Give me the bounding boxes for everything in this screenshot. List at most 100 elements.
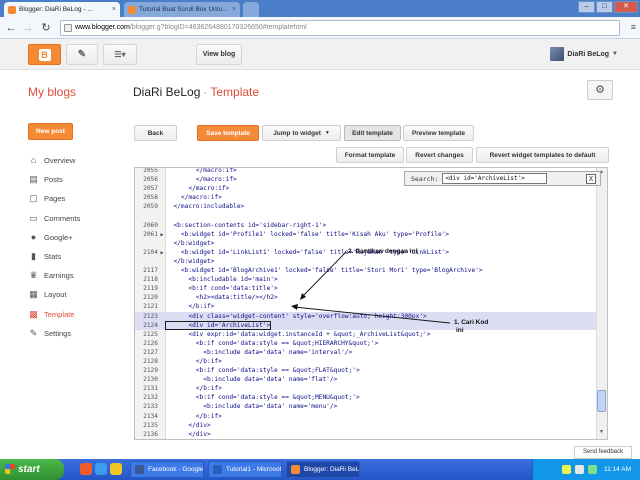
code-line[interactable]: 2129 <b:if cond='data:style == &quot;FLA… [135,366,597,375]
user-menu[interactable]: DiaRi BeLog ▼ [550,47,618,61]
code-line[interactable]: 2120 <h2><data:title/></h2> [135,293,597,302]
template-code-editor[interactable]: 2055 </macro:if> 2056 </macro:if> 2057 </m… [134,167,608,440]
code-line[interactable]: 2130 <b:include data='data' name='flat'/… [135,375,597,384]
scroll-thumb[interactable] [597,390,606,412]
blogger-home-button[interactable]: B [28,44,61,65]
my-blogs-link[interactable]: My blogs [28,85,76,99]
app-icon [213,465,222,474]
maximize-button[interactable]: □ [596,1,613,13]
close-window-button[interactable]: ✕ [614,1,638,13]
code-line[interactable]: 2117 <b:widget id='BlogArchive1' locked=… [135,266,597,275]
network-icon[interactable] [575,465,585,474]
wrench-menu-icon[interactable]: ≡ [631,22,636,32]
view-blog-button[interactable]: View blog [196,44,242,65]
code-line[interactable]: 2135 </div> [135,421,597,430]
start-label: start [18,464,40,475]
code-line[interactable]: 2059 </macro:includable> [135,202,597,211]
code-lines: 2055 </macro:if> 2056 </macro:if> 2057 </m… [135,167,597,440]
jump-to-widget-dropdown[interactable]: Jump to widget ▼ [262,125,341,141]
sidebar-item-layout[interactable]: ▦ Layout [28,285,123,304]
taskbar-task[interactable]: Tutorial1 - Microsoft ... [208,461,282,478]
code-text: <b:if cond='data:style == &quot;FLAT&quo… [166,367,360,375]
code-line[interactable]: </b:widget> [135,239,597,248]
sidebar-item-label: Google+ [44,232,73,242]
browser-tab-blogger[interactable]: Blogger: DiaRi BeLog - ... × [4,2,120,17]
back-button[interactable]: Back [134,125,177,141]
code-text: </div> [166,430,211,438]
chrome-icon[interactable] [110,463,122,475]
start-button[interactable]: start [0,459,64,480]
code-text: </macro:if> [166,185,230,193]
preview-template-button[interactable]: Preview template [403,125,474,141]
code-line[interactable]: 2136 </div> [135,430,597,439]
tab-title: Blogger: DiaRi BeLog - ... [19,6,93,13]
tab-close-icon[interactable]: × [229,6,236,13]
volume-icon[interactable] [588,465,598,474]
sidebar-item-template[interactable]: ▩ Template [28,305,123,324]
code-line[interactable]: 2123 <div class='widget-content' style='… [135,311,597,321]
code-line[interactable]: 2134 </b:if> [135,412,597,421]
search-input[interactable]: <div id='ArchiveList'> [442,173,548,184]
code-line[interactable]: 2126 <b:if cond='data:style == &quot;HIE… [135,339,597,348]
sidebar-item-posts[interactable]: ▤ Posts [28,170,123,189]
blog-select-button[interactable]: ☰▾ [103,44,137,65]
firefox-icon[interactable] [80,463,92,475]
minimize-button[interactable]: – [578,1,595,13]
code-line[interactable]: </b:widget> [135,257,597,266]
code-line[interactable]: 2119 <b:if cond='data:title'> [135,284,597,293]
sidebar-item-comments[interactable]: ▭ Comments [28,209,123,228]
annotation-step-1: 1. Cari Kod ini [454,319,488,335]
line-number: 2061 [143,230,158,238]
code-line[interactable]: 2060 <b:section-contents id='sidebar-rig… [135,221,597,230]
line-number: 2055 [143,167,158,174]
code-line[interactable] [135,211,597,220]
sidebar-item-pages[interactable]: ▢ Pages [28,189,123,208]
code-text: <b:widget id='Profile1' locked='false' t… [166,230,450,238]
taskbar-task[interactable]: Blogger: DiaRi BeLog ... [286,461,360,478]
edit-template-button[interactable]: Edit template [344,125,401,141]
windows-logo-icon [5,464,15,474]
format-template-button[interactable]: Format template [336,147,404,163]
revert-widget-templates-button[interactable]: Revert widget templates to default [476,147,609,163]
browser-icon[interactable] [95,463,107,475]
forward-arrow-icon[interactable]: → [21,21,35,35]
code-line[interactable]: 2121 </b:if> [135,302,597,311]
sidebar-item-overview[interactable]: ⌂ Overview [28,151,123,170]
new-post-icon-button[interactable]: ✎ [66,44,98,65]
title-separator: · [203,85,208,99]
sidebar-item-settings[interactable]: ✎ Settings [28,324,123,343]
code-line[interactable]: 2132 <b:if cond='data:style == &quot;MEN… [135,393,597,402]
line-number: 2125 [143,330,158,338]
code-line[interactable]: 2118 <b:includable id='main'> [135,275,597,284]
url-input[interactable]: www.blogger.com/blogger.g?blogID=4636264… [60,20,620,36]
browser-tab-tutorial[interactable]: Tutorial Buat Scroll Box Untu... × [124,2,240,17]
back-arrow-icon[interactable]: ← [4,21,18,35]
code-line[interactable]: 2131 </b:if> [135,384,597,393]
code-line[interactable]: 2128 </b:if> [135,357,597,366]
revert-changes-button[interactable]: Revert changes [406,147,473,163]
code-line[interactable]: 2127 <b:include data='data' name='interv… [135,348,597,357]
send-feedback-button[interactable]: Send feedback [574,446,632,459]
browser-tab-bar: Blogger: DiaRi BeLog - ... × Tutorial Bu… [0,0,640,17]
reload-icon[interactable]: ↻ [39,21,53,35]
sidebar-item-earnings[interactable]: ♛ Earnings [28,266,123,285]
scroll-down-icon[interactable]: ▼ [597,429,606,438]
close-icon[interactable]: X [586,174,596,184]
tray-icon[interactable] [562,465,572,474]
vertical-scrollbar[interactable]: ▲ ▼ [596,168,607,439]
sidebar-item-stats[interactable]: ▮ Stats [28,247,123,266]
code-line[interactable]: 2137 <b:include name='quickedit'/> [135,439,597,440]
new-tab-button[interactable] [243,2,259,17]
code-line[interactable]: 2125 <div expr:id='data:widget.instanceI… [135,330,597,339]
new-post-button[interactable]: New post [28,123,73,140]
code-line[interactable]: 2061 ▶ <b:widget id='Profile1' locked='fa… [135,230,597,239]
tab-close-icon[interactable]: × [109,6,116,13]
code-line[interactable]: 2133 <b:include data='data' name='menu'/… [135,402,597,411]
line-number: 2134 [143,412,158,420]
code-line[interactable]: 2058 </macro:if> [135,193,597,202]
save-template-button[interactable]: Save template [197,125,259,141]
code-line[interactable]: 2124 <div id='ArchiveList'> [135,320,597,330]
taskbar-task[interactable]: Facebook - Google C... [130,461,204,478]
sidebar-item-google[interactable]: ● Google+ [28,228,123,247]
gear-icon[interactable]: ⚙ [587,80,613,100]
